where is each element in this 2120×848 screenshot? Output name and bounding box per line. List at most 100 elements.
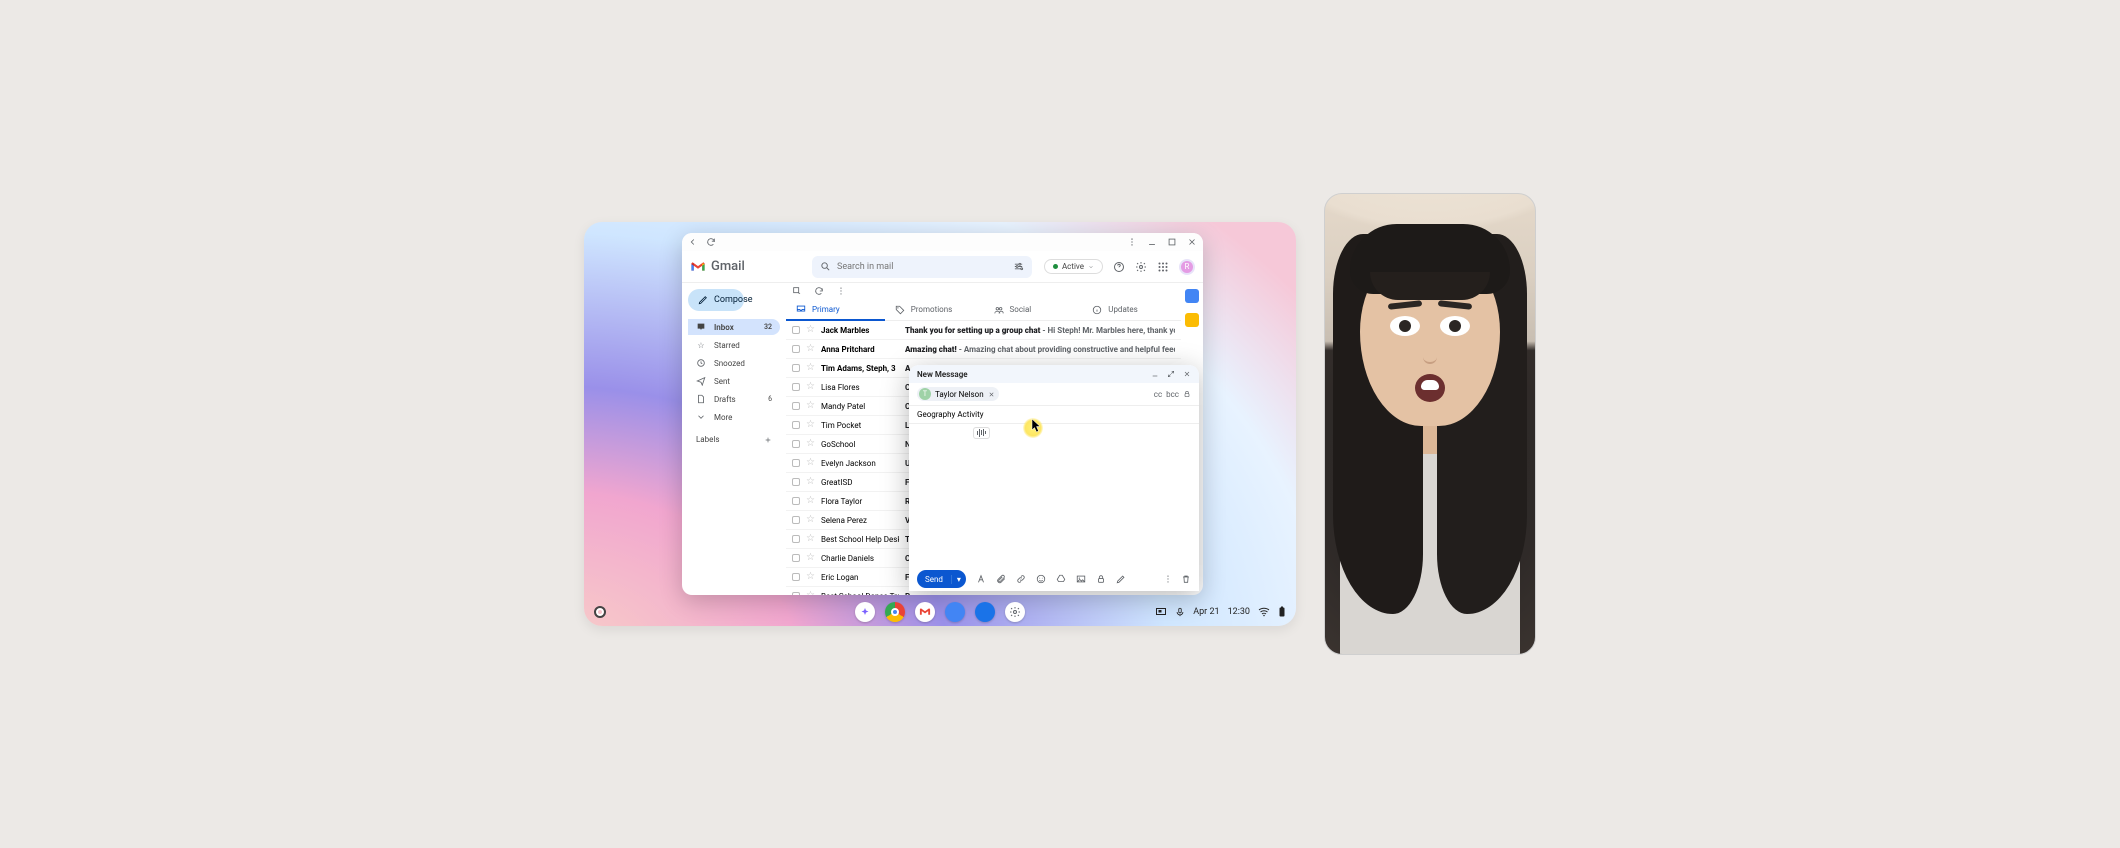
inbox-tabs: Primary Promotions Social Updates [786, 299, 1181, 321]
files-app-icon[interactable] [975, 602, 995, 622]
nav-sent[interactable]: Sent [688, 373, 780, 389]
tab-promotions[interactable]: Promotions [885, 299, 984, 321]
assistant-app-icon[interactable] [855, 602, 875, 622]
calendar-addon-icon[interactable] [1185, 289, 1199, 303]
format-text-icon[interactable] [976, 574, 986, 584]
star-icon[interactable]: ☆ [806, 344, 815, 354]
calendar-app-icon[interactable] [945, 602, 965, 622]
settings-app-icon[interactable] [1005, 602, 1025, 622]
launcher-icon[interactable] [594, 606, 606, 618]
compose-subject[interactable]: Geography Activity [909, 406, 1199, 424]
send-options-icon[interactable]: ▾ [952, 575, 966, 584]
bcc-toggle[interactable]: bcc [1166, 390, 1179, 399]
compose-minimize-icon[interactable] [1151, 370, 1159, 378]
attach-file-icon[interactable] [996, 574, 1006, 584]
search-tune-icon[interactable] [1013, 261, 1024, 272]
row-checkbox[interactable] [792, 326, 800, 334]
keep-addon-icon[interactable] [1185, 313, 1199, 327]
star-icon[interactable]: ☆ [806, 534, 815, 544]
star-icon[interactable]: ☆ [806, 439, 815, 449]
star-icon[interactable]: ☆ [806, 325, 815, 335]
star-icon[interactable]: ☆ [806, 382, 815, 392]
back-button[interactable] [688, 237, 698, 247]
row-checkbox[interactable] [792, 345, 800, 353]
confidential-mode-icon[interactable] [1096, 574, 1106, 584]
insert-emoji-icon[interactable] [1036, 574, 1046, 584]
compose-button[interactable]: Compose [688, 289, 744, 311]
star-icon[interactable]: ☆ [806, 458, 815, 468]
nav-more[interactable]: More [688, 409, 780, 425]
nav-starred[interactable]: ☆Starred [688, 337, 780, 353]
row-checkbox[interactable] [792, 573, 800, 581]
insert-photo-icon[interactable] [1076, 574, 1086, 584]
star-icon[interactable]: ☆ [806, 401, 815, 411]
star-icon[interactable]: ☆ [806, 363, 815, 373]
compose-body[interactable] [909, 424, 1199, 567]
help-icon[interactable] [1113, 261, 1125, 273]
compose-close-icon[interactable] [1183, 370, 1191, 378]
microphone-icon[interactable] [1175, 606, 1185, 618]
compose-recipients[interactable]: T Taylor Nelson cc bcc [909, 383, 1199, 406]
star-icon[interactable]: ☆ [806, 515, 815, 525]
star-icon[interactable]: ☆ [806, 477, 815, 487]
gmail-app-icon[interactable] [915, 602, 935, 622]
compose-window: New Message T Taylor Nelson cc bcc [909, 365, 1199, 591]
star-icon[interactable]: ☆ [806, 496, 815, 506]
window-minimize-icon[interactable] [1147, 237, 1157, 247]
chrome-app-icon[interactable] [885, 602, 905, 622]
account-avatar[interactable]: R [1179, 259, 1195, 275]
tab-social[interactable]: Social [984, 299, 1083, 321]
refresh-icon[interactable] [814, 286, 824, 296]
status-area[interactable]: Apr 21 12:30 [1155, 606, 1286, 618]
row-checkbox[interactable] [792, 364, 800, 372]
row-checkbox[interactable] [792, 554, 800, 562]
insert-drive-icon[interactable] [1056, 574, 1066, 584]
nav-drafts[interactable]: Drafts6 [688, 391, 780, 407]
star-icon[interactable]: ☆ [806, 553, 815, 563]
cc-toggle[interactable]: cc [1154, 390, 1162, 399]
row-checkbox[interactable] [792, 459, 800, 467]
plus-icon[interactable] [764, 436, 772, 444]
search-bar[interactable] [812, 256, 1032, 278]
more-icon[interactable] [836, 286, 846, 296]
row-checkbox[interactable] [792, 421, 800, 429]
compose-header[interactable]: New Message [909, 365, 1199, 383]
nav-inbox[interactable]: Inbox 32 [688, 319, 780, 335]
row-sender: Lisa Flores [821, 383, 899, 392]
compose-fullscreen-icon[interactable] [1167, 370, 1175, 378]
row-checkbox[interactable] [792, 497, 800, 505]
apps-grid-icon[interactable] [1157, 261, 1169, 273]
mail-row[interactable]: ☆Anna PritchardAmazing chat! - Amazing c… [786, 340, 1181, 359]
row-checkbox[interactable] [792, 592, 800, 595]
star-icon[interactable]: ☆ [806, 591, 815, 595]
tab-updates[interactable]: Updates [1082, 299, 1181, 321]
window-maximize-icon[interactable] [1167, 237, 1177, 247]
row-checkbox[interactable] [792, 516, 800, 524]
more-options-icon[interactable] [1127, 237, 1137, 247]
select-all-checkbox[interactable] [792, 286, 802, 296]
recipient-chip[interactable]: T Taylor Nelson [917, 387, 999, 401]
status-active-chip[interactable]: Active [1044, 259, 1103, 274]
compose-more-icon[interactable] [1163, 574, 1173, 584]
window-close-icon[interactable] [1187, 237, 1197, 247]
star-icon[interactable]: ☆ [806, 420, 815, 430]
row-checkbox[interactable] [792, 383, 800, 391]
gear-icon[interactable] [1135, 261, 1147, 273]
tab-primary[interactable]: Primary [786, 299, 885, 321]
insert-signature-icon[interactable] [1116, 574, 1126, 584]
row-checkbox[interactable] [792, 535, 800, 543]
reload-button[interactable] [706, 237, 716, 247]
nav-snoozed[interactable]: Snoozed [688, 355, 780, 371]
chip-remove-icon[interactable] [988, 391, 995, 398]
row-checkbox[interactable] [792, 440, 800, 448]
star-icon[interactable]: ☆ [806, 572, 815, 582]
mail-row[interactable]: ☆Jack MarblesThank you for setting up a … [786, 321, 1181, 340]
lock-icon[interactable] [1183, 390, 1191, 399]
search-input[interactable] [837, 262, 1007, 272]
row-checkbox[interactable] [792, 402, 800, 410]
insert-link-icon[interactable] [1016, 574, 1026, 584]
row-checkbox[interactable] [792, 478, 800, 486]
discard-draft-icon[interactable] [1181, 574, 1191, 584]
send-button[interactable]: Send ▾ [917, 570, 966, 588]
screencast-icon[interactable] [1155, 606, 1167, 618]
